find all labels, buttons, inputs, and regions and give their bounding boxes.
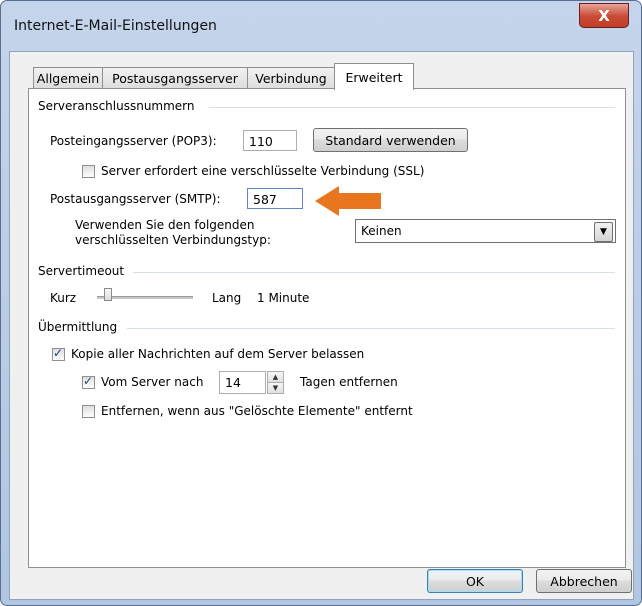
timeout-short-label: Kurz	[50, 291, 77, 305]
dialog-window: Internet-E-Mail-Einstellungen X Allgemei…	[0, 0, 642, 606]
keep-copy-label: Kopie aller Nachrichten auf dem Server b…	[71, 347, 365, 361]
section-heading-timeout: Servertimeout	[38, 264, 125, 278]
chevron-down-icon: ▼	[594, 222, 613, 242]
tab-postausgangsserver[interactable]: Postausgangsserver	[102, 67, 248, 89]
section-heading-delivery: Übermittlung	[38, 320, 118, 334]
checkmark-icon: ✓	[83, 374, 94, 388]
encryption-type-select[interactable]: Keinen ▼	[355, 219, 616, 243]
ssl-label: Server erfordert eine verschlüsselte Ver…	[101, 164, 425, 178]
outgoing-port-input[interactable]: 587	[247, 188, 303, 209]
ssl-checkbox[interactable]	[82, 165, 95, 178]
section-divider	[209, 107, 615, 108]
remove-deleted-label: Entfernen, wenn aus "Gelöschte Elemente"…	[101, 404, 413, 418]
keep-copy-checkbox[interactable]: ✓	[52, 346, 65, 361]
remove-after-suffix: Tagen entfernen	[300, 375, 398, 389]
close-button[interactable]: X	[579, 3, 629, 28]
checkmark-icon: ✓	[53, 346, 64, 360]
remove-after-checkbox[interactable]: ✓	[82, 374, 95, 389]
encryption-type-label-2: verschlüsselten Verbindungstyp:	[75, 233, 271, 247]
tab-verbindung[interactable]: Verbindung	[247, 67, 335, 89]
ok-button[interactable]: OK	[427, 569, 523, 593]
annotation-arrow-icon	[315, 186, 381, 216]
window-title: Internet-E-Mail-Einstellungen	[14, 18, 217, 34]
incoming-port-input[interactable]: 110	[243, 130, 297, 151]
tab-allgemein[interactable]: Allgemein	[33, 67, 103, 89]
remove-deleted-checkbox[interactable]	[82, 405, 95, 418]
spin-down-icon[interactable]: ▼	[267, 382, 284, 394]
encryption-type-value: Keinen	[361, 224, 402, 238]
dialog-client: Allgemein Postausgangsserver Verbindung …	[9, 51, 634, 600]
section-divider	[127, 328, 615, 329]
incoming-server-label: Posteingangsserver (POP3):	[50, 134, 217, 148]
use-default-button[interactable]: Standard verwenden	[313, 128, 468, 152]
cancel-button[interactable]: Abbrechen	[536, 569, 632, 593]
timeout-slider-thumb[interactable]	[104, 288, 112, 301]
encryption-type-label-1: Verwenden Sie den folgenden	[75, 218, 255, 232]
remove-after-days-input[interactable]: 14	[219, 371, 266, 394]
section-heading-ports: Serveranschlussnummern	[38, 99, 195, 113]
remove-after-label: Vom Server nach	[101, 375, 204, 389]
tab-panel-erweitert: Serveranschlussnummern Posteingangsserve…	[28, 88, 626, 568]
tab-erweitert[interactable]: Erweitert	[334, 63, 414, 90]
section-divider	[133, 272, 615, 273]
timeout-long-label: Lang	[212, 291, 242, 305]
outgoing-server-label: Postausgangsserver (SMTP):	[50, 192, 221, 206]
timeout-value: 1 Minute	[257, 291, 310, 305]
